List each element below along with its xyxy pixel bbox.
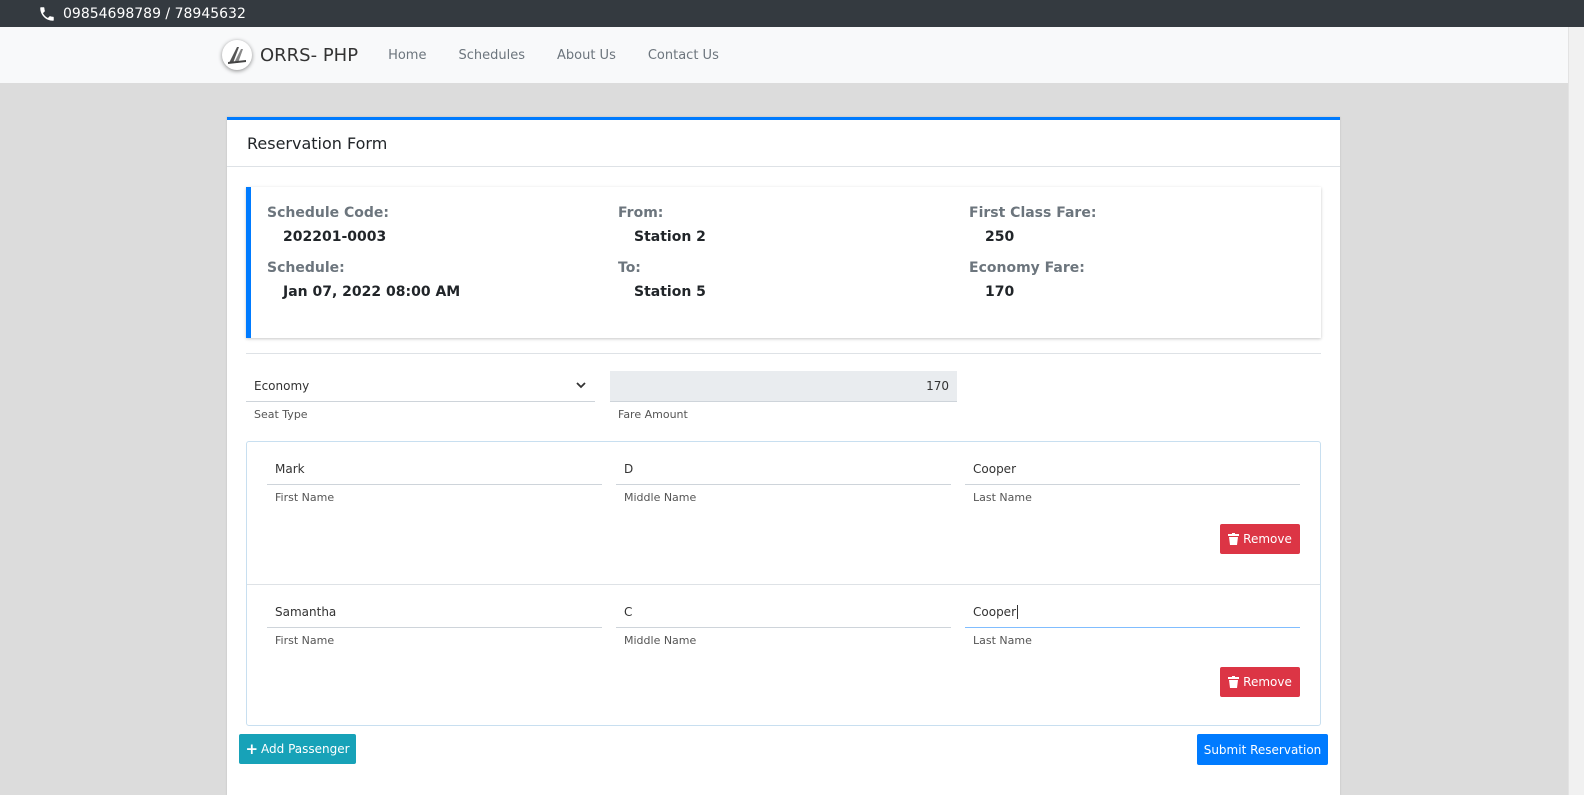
first-name-field: Samantha First Name	[267, 596, 602, 647]
nav-link-contact-us[interactable]: Contact Us	[632, 48, 735, 63]
brand-name[interactable]: ORRS- PHP	[260, 45, 358, 66]
schedule-label: Schedule:	[267, 260, 345, 276]
nav-link-schedules[interactable]: Schedules	[442, 48, 541, 63]
middle-name-label: Middle Name	[624, 491, 697, 504]
first-name-input[interactable]: Mark	[267, 453, 602, 485]
schedule-info-col-1: Schedule Code: 202201-0003 Schedule: Jan…	[267, 205, 597, 304]
remove-passenger-button[interactable]: Remove	[1220, 524, 1300, 554]
chevron-down-icon	[575, 379, 587, 394]
page-scrollbar[interactable]	[1568, 27, 1584, 795]
seat-type-field: Economy Seat Type	[246, 371, 595, 421]
text-cursor	[1017, 604, 1018, 619]
schedule-info-col-3: First Class Fare: 250 Economy Fare: 170	[969, 205, 1299, 304]
brand-logo[interactable]	[222, 40, 252, 70]
passenger-row: Mark First Name D Middle Name Cooper Las…	[247, 442, 1320, 584]
add-passenger-button[interactable]: + Add Passenger	[239, 734, 356, 764]
remove-button-label: Remove	[1243, 532, 1292, 546]
contact-phone-text: 09854698789 / 78945632	[63, 5, 246, 22]
passengers-container: Mark First Name D Middle Name Cooper Las…	[246, 441, 1321, 726]
last-name-label: Last Name	[973, 634, 1032, 647]
plus-icon: +	[245, 740, 259, 758]
card-title: Reservation Form	[227, 120, 1340, 167]
from-value: Station 2	[634, 229, 706, 245]
first-class-fare-value: 250	[985, 229, 1015, 245]
fare-amount-field: 170 Fare Amount	[610, 371, 957, 421]
train-logo-icon	[228, 47, 246, 64]
schedule-value: Jan 07, 2022 08:00 AM	[283, 284, 461, 300]
main-navbar: ORRS- PHP Home Schedules About Us Contac…	[0, 27, 1568, 83]
fare-amount-input[interactable]: 170	[610, 371, 957, 402]
reservation-card: Reservation Form Schedule Code: 202201-0…	[227, 117, 1340, 795]
first-name-label: First Name	[275, 491, 335, 504]
first-name-field: Mark First Name	[267, 453, 602, 504]
nav-link-home[interactable]: Home	[372, 48, 442, 63]
economy-fare-label: Economy Fare:	[969, 260, 1085, 276]
middle-name-input[interactable]: D	[616, 453, 951, 485]
last-name-field: Cooper Last Name	[965, 596, 1300, 647]
add-passenger-label: Add Passenger	[261, 742, 350, 756]
remove-button-label: Remove	[1243, 675, 1292, 689]
top-contact-bar: 09854698789 / 78945632	[0, 0, 1584, 27]
seat-type-selected: Economy	[254, 379, 310, 393]
middle-name-input[interactable]: C	[616, 596, 951, 628]
nav-link-about-us[interactable]: About Us	[541, 48, 632, 63]
last-name-input-focused[interactable]: Cooper	[965, 596, 1300, 628]
first-name-label: First Name	[275, 634, 335, 647]
from-label: From:	[618, 205, 664, 221]
middle-name-field: D Middle Name	[616, 453, 951, 504]
middle-name-field: C Middle Name	[616, 596, 951, 647]
fare-amount-label: Fare Amount	[618, 408, 688, 421]
last-name-input[interactable]: Cooper	[965, 453, 1300, 485]
first-class-fare-label: First Class Fare:	[969, 205, 1097, 221]
first-name-input[interactable]: Samantha	[267, 596, 602, 628]
schedule-code-label: Schedule Code:	[267, 205, 390, 221]
schedule-info-col-2: From: Station 2 To: Station 5	[618, 205, 948, 304]
economy-fare-value: 170	[985, 284, 1015, 300]
to-label: To:	[618, 260, 641, 276]
last-name-label: Last Name	[973, 491, 1032, 504]
schedule-code-value: 202201-0003	[283, 229, 387, 245]
to-value: Station 5	[634, 284, 706, 300]
middle-name-label: Middle Name	[624, 634, 697, 647]
trash-icon	[1228, 533, 1240, 545]
passenger-row: Samantha First Name C Middle Name Cooper…	[247, 584, 1320, 726]
phone-icon	[38, 5, 56, 23]
seat-type-label: Seat Type	[254, 408, 308, 421]
last-name-value: Cooper	[973, 604, 1016, 619]
section-divider	[246, 353, 1321, 354]
schedule-info-callout: Schedule Code: 202201-0003 Schedule: Jan…	[246, 187, 1321, 338]
last-name-field: Cooper Last Name	[965, 453, 1300, 504]
submit-reservation-button[interactable]: Submit Reservation	[1197, 734, 1328, 765]
remove-passenger-button[interactable]: Remove	[1220, 667, 1300, 697]
seat-type-select[interactable]: Economy	[246, 371, 595, 402]
trash-icon	[1228, 676, 1240, 688]
